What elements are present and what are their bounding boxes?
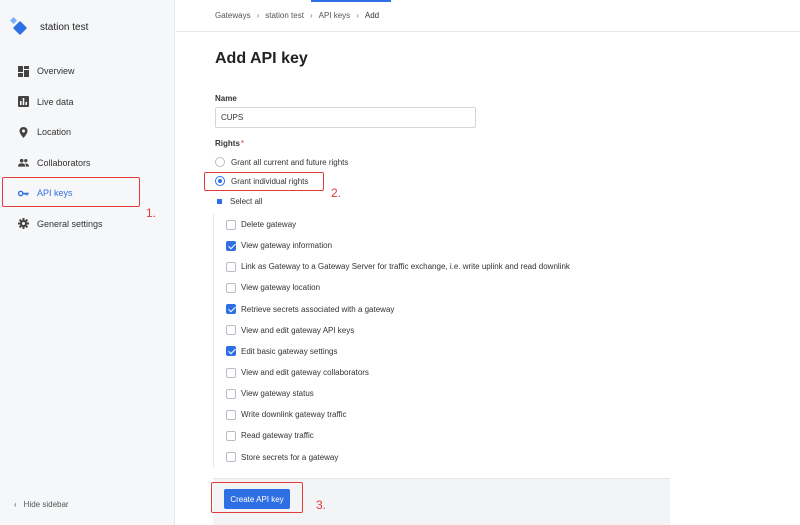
checkbox[interactable] [226, 430, 236, 441]
sidebar-item-collaborators[interactable]: Collaborators [0, 148, 175, 179]
right-write-downlink-traffic[interactable]: Write downlink gateway traffic [226, 404, 673, 425]
checkbox[interactable] [226, 409, 236, 420]
sidebar: station test Overview Live data Location… [0, 0, 175, 525]
right-label: Link as Gateway to a Gateway Server for … [241, 262, 570, 272]
right-view-edit-collaborators[interactable]: View and edit gateway collaborators [226, 362, 673, 383]
gateway-header[interactable]: station test [0, 0, 175, 55]
annotation-number-2: 2. [331, 186, 342, 200]
checkbox[interactable] [226, 325, 236, 336]
checkbox[interactable] [226, 452, 236, 463]
sidebar-item-label: Collaborators [37, 157, 91, 168]
checkbox[interactable] [226, 367, 236, 378]
breadcrumb-add: Add [364, 11, 380, 20]
breadcrumb-active-indicator [311, 0, 391, 2]
checkbox[interactable] [226, 261, 236, 272]
bar-chart-icon [18, 96, 29, 108]
checkbox[interactable] [226, 388, 236, 399]
checkbox[interactable] [226, 219, 236, 230]
select-all-label: Select all [230, 197, 263, 206]
gateway-name: station test [40, 22, 89, 33]
location-pin-icon [18, 126, 29, 138]
right-label: Retrieve secrets associated with a gatew… [241, 304, 395, 314]
radio-label: Grant all current and future rights [231, 157, 349, 167]
sidebar-item-overview[interactable]: Overview [0, 56, 175, 87]
page-title: Add API key [215, 50, 308, 67]
breadcrumb-gateways[interactable]: Gateways [215, 11, 251, 20]
name-label: Name [215, 94, 237, 103]
right-view-gateway-information[interactable]: View gateway information [226, 235, 673, 256]
right-label: View gateway status [241, 389, 314, 399]
breadcrumb-api-keys[interactable]: API keys [319, 11, 351, 20]
annotation-box-individual-rights [204, 172, 324, 191]
checkbox[interactable] [226, 282, 236, 293]
right-label: View and edit gateway API keys [241, 325, 355, 335]
gear-icon [18, 218, 29, 230]
right-view-gateway-status[interactable]: View gateway status [226, 383, 673, 404]
right-label: View gateway information [241, 241, 333, 251]
sidebar-item-label: General settings [37, 218, 103, 229]
sidebar-item-label: Live data [37, 96, 74, 107]
checkbox-checked[interactable] [226, 304, 236, 315]
right-label: Store secrets for a gateway [241, 452, 339, 462]
right-view-gateway-location[interactable]: View gateway location [226, 277, 673, 298]
right-read-gateway-traffic[interactable]: Read gateway traffic [226, 425, 673, 446]
right-label: Edit basic gateway settings [241, 346, 338, 356]
required-mark: * [240, 139, 245, 148]
gateway-logo-icon [12, 20, 28, 36]
breadcrumb: Gateways › station test › API keys › Add [176, 0, 800, 32]
rights-label-text: Rights [215, 139, 240, 148]
right-label: Write downlink gateway traffic [241, 410, 347, 420]
right-label: Delete gateway [241, 220, 297, 230]
right-label: Read gateway traffic [241, 431, 314, 441]
hide-sidebar-label: Hide sidebar [23, 500, 69, 509]
chevron-right-icon: › [256, 11, 260, 20]
chevron-right-icon: › [356, 11, 359, 20]
radio-button[interactable] [215, 157, 225, 167]
select-all-checkbox[interactable]: Select all [215, 197, 262, 206]
right-label: View gateway location [241, 283, 321, 293]
rights-label: Rights* [215, 139, 244, 148]
sidebar-item-live-data[interactable]: Live data [0, 87, 175, 118]
right-store-secrets[interactable]: Store secrets for a gateway [226, 447, 673, 468]
annotation-number-1: 1. [146, 206, 157, 220]
sidebar-item-location[interactable]: Location [0, 117, 175, 148]
indeterminate-checkbox-icon[interactable] [215, 197, 224, 206]
right-retrieve-secrets[interactable]: Retrieve secrets associated with a gatew… [226, 299, 673, 320]
right-edit-basic-settings[interactable]: Edit basic gateway settings [226, 341, 673, 362]
checkbox-checked[interactable] [226, 346, 236, 357]
rights-list: Delete gateway View gateway information … [213, 214, 673, 468]
sidebar-item-label: Overview [37, 66, 75, 77]
annotation-box-api-keys [2, 177, 140, 207]
dashboard-icon [18, 65, 29, 77]
people-icon [18, 157, 29, 168]
name-input[interactable] [215, 107, 476, 128]
right-view-edit-api-keys[interactable]: View and edit gateway API keys [226, 320, 673, 341]
right-delete-gateway[interactable]: Delete gateway [226, 214, 673, 235]
chevron-right-icon: › [309, 11, 313, 20]
checkbox-checked[interactable] [226, 240, 236, 251]
radio-grant-all[interactable]: Grant all current and future rights [215, 157, 348, 167]
breadcrumb-station-test[interactable]: station test [265, 11, 304, 20]
annotation-box-create-button [211, 482, 303, 513]
sidebar-item-label: Location [37, 127, 72, 138]
hide-sidebar-button[interactable]: ‹ Hide sidebar [14, 500, 69, 509]
annotation-number-3: 3. [316, 498, 327, 512]
chevron-left-icon: ‹ [14, 500, 17, 509]
right-label: View and edit gateway collaborators [241, 368, 369, 378]
right-link-gateway-server[interactable]: Link as Gateway to a Gateway Server for … [226, 256, 673, 277]
